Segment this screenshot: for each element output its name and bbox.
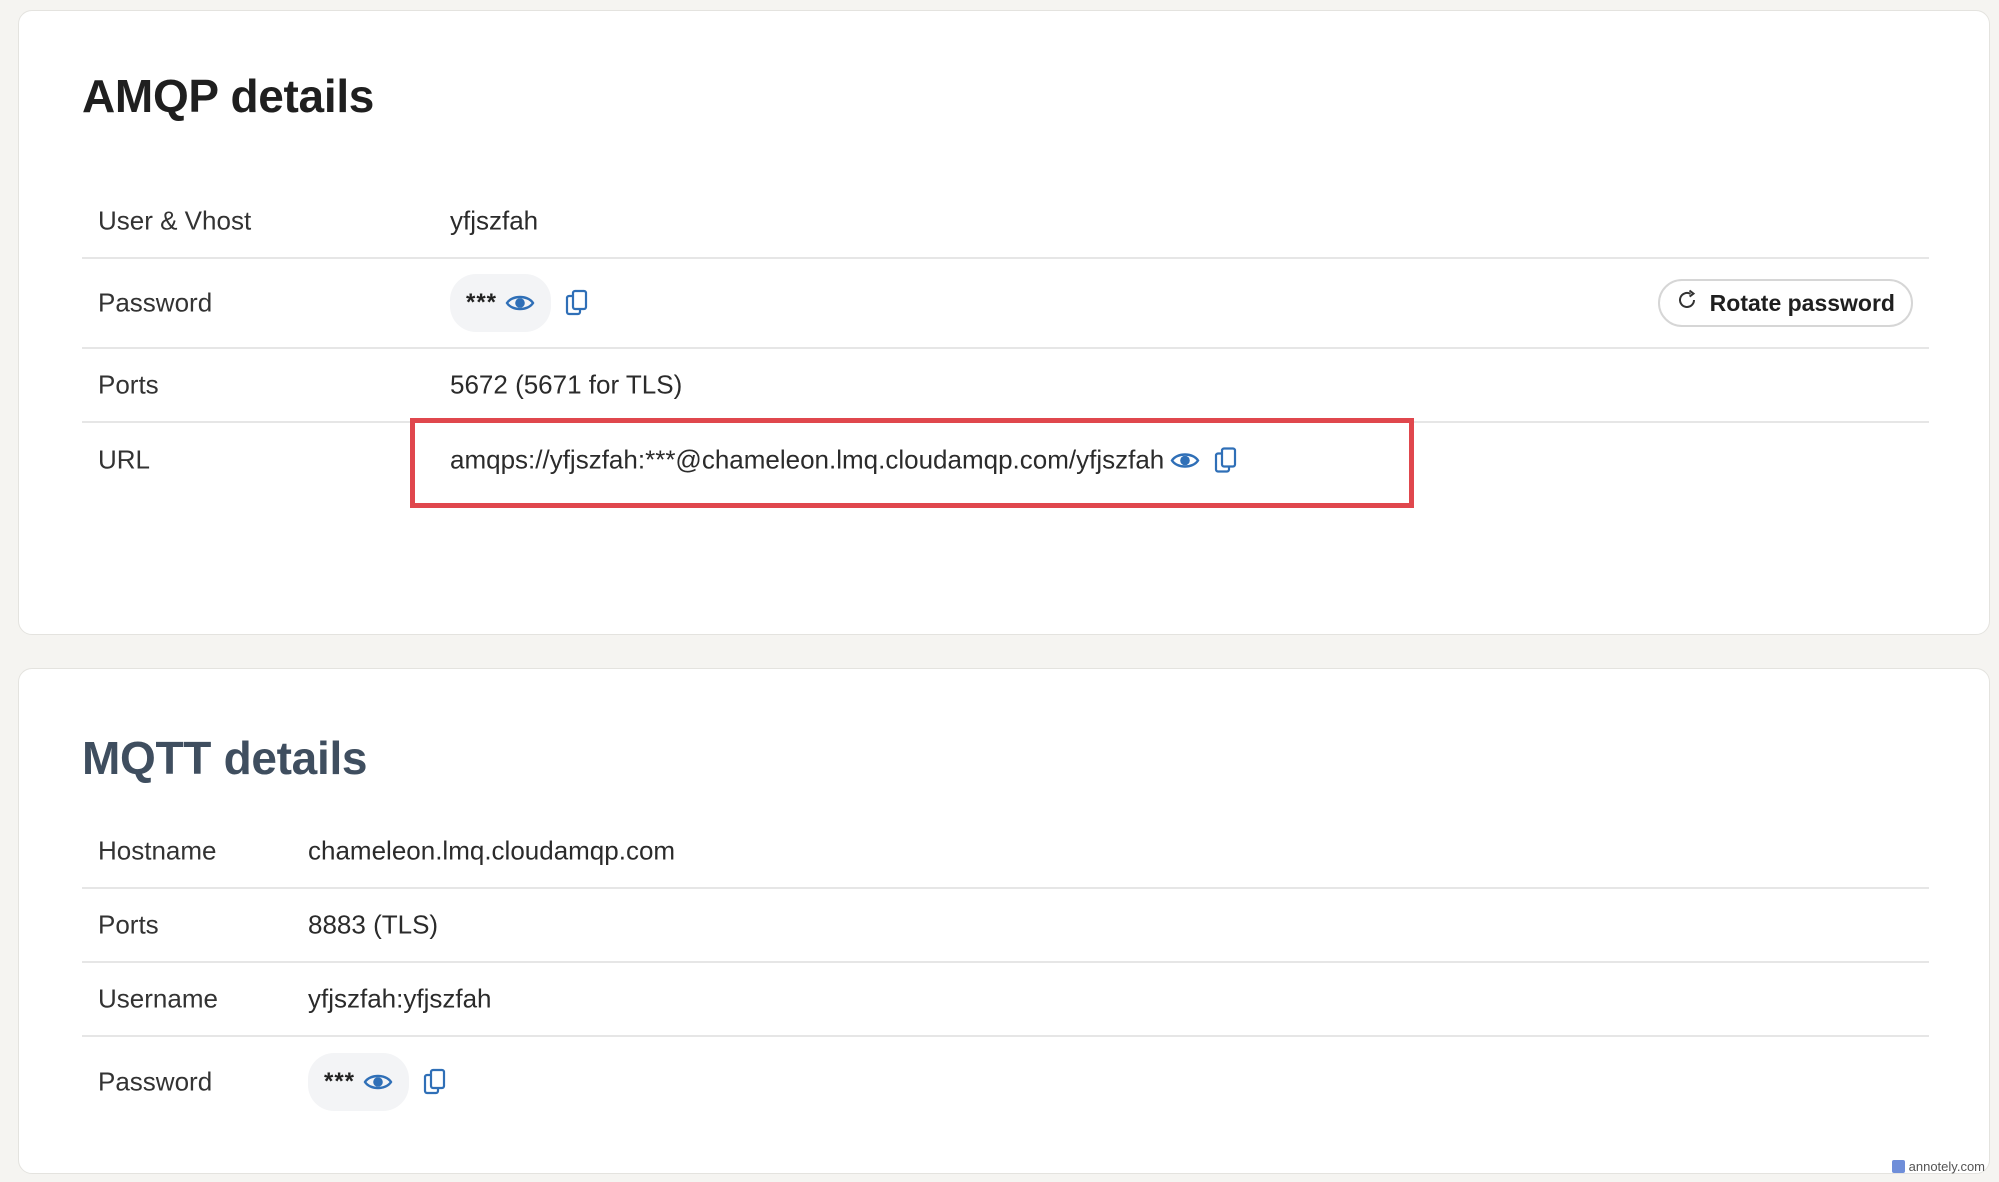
user-vhost-label: User & Vhost (98, 205, 252, 236)
mqtt-row-username: Username yfjszfah:yfjszfah (82, 963, 1929, 1037)
hostname-value: chameleon.lmq.cloudamqp.com (308, 835, 676, 866)
amqp-row-url: URL amqps://yfjszfah:***@chameleon.lmq.c… (82, 423, 1929, 497)
annotely-logo-icon (1891, 1160, 1905, 1173)
copy-icon[interactable] (565, 289, 589, 317)
amqp-password-label: Password (98, 287, 213, 318)
amqp-row-password: Password *** Rotate password (82, 259, 1929, 349)
username-value: yfjszfah:yfjszfah (308, 983, 492, 1014)
rotate-icon (1676, 289, 1698, 317)
mqtt-ports-label: Ports (98, 909, 159, 940)
copy-icon[interactable] (423, 1068, 447, 1096)
eye-icon[interactable] (363, 1071, 393, 1093)
mqtt-row-ports: Ports 8883 (TLS) (82, 889, 1929, 963)
url-text: amqps://yfjszfah:***@chameleon.lmq.cloud… (450, 444, 1165, 475)
mqtt-password-field: *** (308, 1053, 410, 1111)
mqtt-row-password: Password *** (82, 1037, 1929, 1127)
amqp-title: AMQP details (82, 70, 375, 122)
watermark: annotely.com (1891, 1159, 1985, 1174)
mqtt-password-masked: *** (324, 1068, 356, 1095)
mqtt-password-value: *** (308, 1053, 447, 1111)
eye-icon[interactable] (505, 292, 535, 314)
mqtt-row-hostname: Hostname chameleon.lmq.cloudamqp.com (82, 815, 1929, 889)
username-label: Username (98, 983, 218, 1014)
url-value: amqps://yfjszfah:***@chameleon.lmq.cloud… (450, 445, 1238, 476)
mqtt-ports-value: 8883 (TLS) (308, 909, 439, 940)
amqp-password-value: *** (450, 274, 589, 332)
amqp-row-user-vhost: User & Vhost yfjszfah (82, 185, 1929, 259)
amqp-password-masked: *** (466, 289, 498, 316)
amqp-details-card: AMQP details User & Vhost yfjszfah Passw… (18, 10, 1990, 635)
amqp-password-field: *** (450, 274, 552, 332)
eye-icon[interactable] (1170, 449, 1200, 471)
mqtt-password-label: Password (98, 1066, 213, 1097)
amqp-row-ports: Ports 5672 (5671 for TLS) (82, 349, 1929, 423)
mqtt-details-table: Hostname chameleon.lmq.cloudamqp.com Por… (82, 815, 1929, 1127)
amqp-ports-label: Ports (98, 369, 159, 400)
amqp-details-table: User & Vhost yfjszfah Password *** Rotat… (82, 185, 1929, 497)
mqtt-details-card: MQTT details Hostname chameleon.lmq.clou… (18, 668, 1990, 1174)
hostname-label: Hostname (98, 835, 217, 866)
rotate-password-label: Rotate password (1709, 289, 1895, 316)
rotate-password-button[interactable]: Rotate password (1657, 279, 1913, 327)
mqtt-title: MQTT details (82, 732, 368, 784)
url-label: URL (98, 444, 151, 475)
copy-icon[interactable] (1214, 446, 1238, 474)
watermark-text: annotely.com (1908, 1159, 1985, 1174)
amqp-ports-value: 5672 (5671 for TLS) (450, 369, 683, 400)
user-vhost-value: yfjszfah (450, 205, 539, 236)
